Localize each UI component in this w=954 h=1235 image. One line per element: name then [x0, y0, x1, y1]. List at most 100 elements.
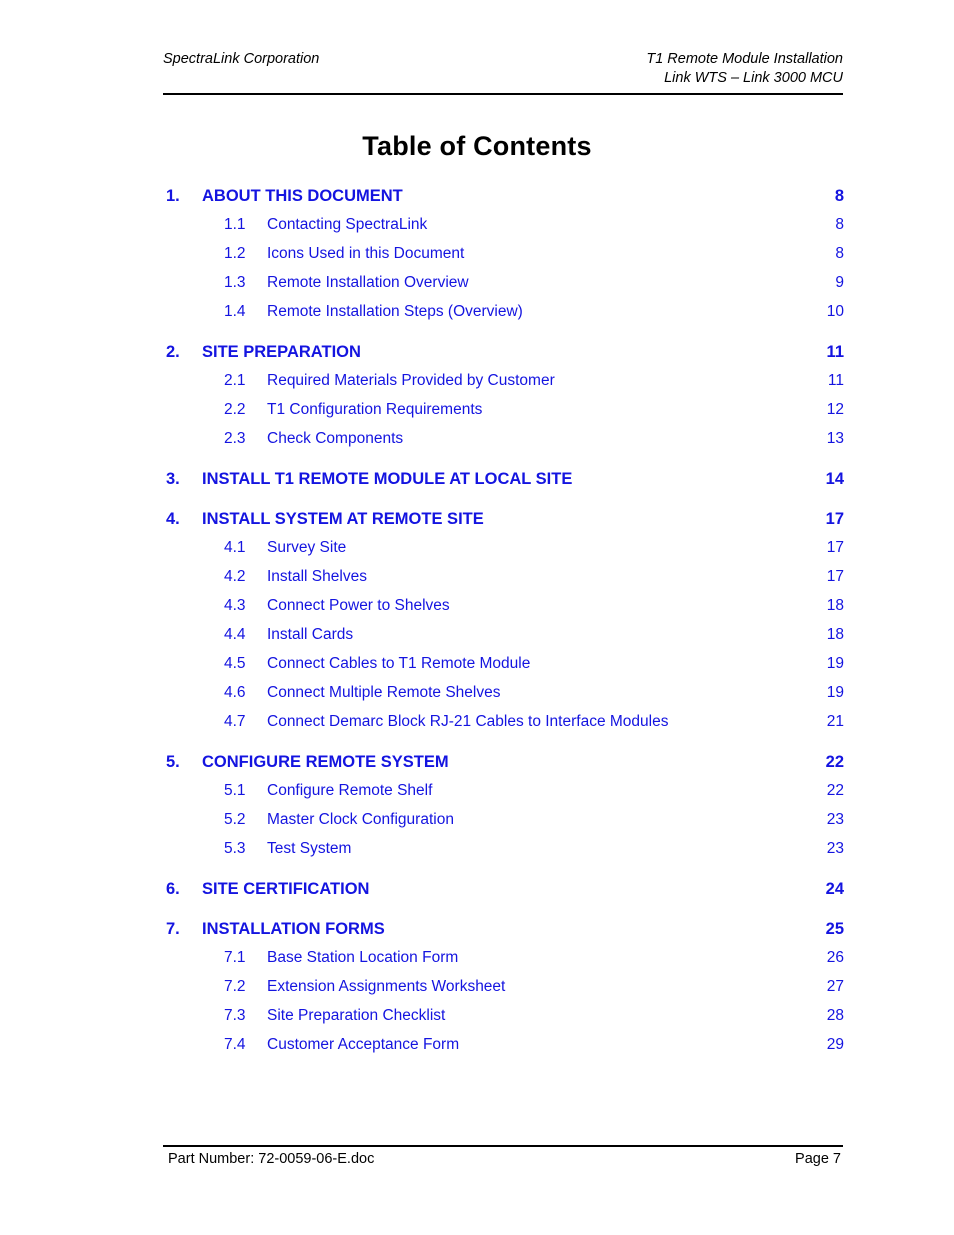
- toc-entry[interactable]: 1.2 Icons Used in this Document 8: [163, 245, 844, 274]
- toc-entry-number: 7.4: [224, 1036, 246, 1053]
- toc-entry-label: Survey Site: [267, 539, 347, 556]
- toc-entry-number: 4.7: [224, 713, 246, 730]
- toc-entry[interactable]: 4.5 Connect Cables to T1 Remote Module 19: [163, 655, 844, 684]
- toc-entry[interactable]: 4.2 Install Shelves 17: [163, 568, 844, 597]
- toc-entry-page-number: 26: [826, 949, 844, 966]
- toc-entry-page-number: 17: [825, 510, 844, 528]
- toc-entry-number: 5.: [166, 753, 180, 771]
- page-title: Table of Contents: [362, 131, 592, 161]
- toc-entry-label: INSTALL T1 REMOTE MODULE AT LOCAL SITE: [202, 470, 573, 488]
- footer-divider: [163, 1145, 843, 1147]
- toc-entry[interactable]: 7. INSTALLATION FORMS 25: [163, 920, 844, 949]
- toc-entry-number: 7.2: [224, 978, 246, 995]
- document-page: SpectraLink Corporation T1 Remote Module…: [0, 0, 954, 1235]
- toc-entry-page-number: 8: [835, 216, 844, 233]
- toc-entry[interactable]: 4.4 Install Cards 18: [163, 626, 844, 655]
- toc-entry-label: Required Materials Provided by Customer: [267, 372, 555, 389]
- toc-entry[interactable]: 2.1 Required Materials Provided by Custom…: [163, 372, 844, 401]
- table-of-contents: 1. ABOUT THIS DOCUMENT 8 1.1 Contacting Spec…: [163, 187, 844, 1065]
- toc-entry-label: INSTALL SYSTEM AT REMOTE SITE: [202, 510, 484, 528]
- toc-entry-number: 7.: [166, 920, 180, 938]
- toc-entry-label: SITE PREPARATION: [202, 343, 361, 361]
- toc-entry-page-number: 22: [825, 753, 844, 771]
- toc-entry-page-number: 13: [826, 430, 844, 447]
- toc-entry[interactable]: 2.2 T1 Configuration Requirements 12: [163, 401, 844, 430]
- toc-entry[interactable]: 1.4 Remote Installation Steps (Overview) 1…: [163, 303, 844, 332]
- toc-entry[interactable]: 7.2 Extension Assignments Worksheet 27: [163, 978, 844, 1007]
- toc-entry[interactable]: 1.1 Contacting SpectraLink 8: [163, 216, 844, 245]
- toc-entry-label: T1 Configuration Requirements: [267, 401, 483, 418]
- toc-entry-number: 2.2: [224, 401, 246, 418]
- toc-entry-page-number: 27: [826, 978, 844, 995]
- toc-entry[interactable]: 7.1 Base Station Location Form 26: [163, 949, 844, 978]
- toc-entry-page-number: 22: [826, 782, 844, 799]
- toc-entry-label: Connect Multiple Remote Shelves: [267, 684, 501, 701]
- toc-entry-number: 2.: [166, 343, 180, 361]
- toc-entry-page-number: 21: [826, 713, 844, 730]
- toc-entry-page-number: 18: [826, 626, 844, 643]
- toc-entry-label: Customer Acceptance Form: [267, 1036, 460, 1053]
- toc-entry-number: 1.3: [224, 274, 246, 291]
- toc-entry-label: Remote Installation Overview: [267, 274, 469, 291]
- toc-entry-number: 1.4: [224, 303, 246, 320]
- toc-entry[interactable]: 5. CONFIGURE REMOTE SYSTEM 22: [163, 753, 844, 782]
- toc-entry-page-number: 28: [826, 1007, 844, 1024]
- toc-entry[interactable]: 4.1 Survey Site 17: [163, 539, 844, 568]
- toc-entry[interactable]: 5.3 Test System 23: [163, 840, 844, 869]
- toc-entry-label: Test System: [267, 840, 352, 857]
- toc-entry-label: Connect Demarc Block RJ-21 Cables to Int…: [267, 713, 669, 730]
- toc-entry-number: 4.4: [224, 626, 246, 643]
- toc-entry[interactable]: 6. SITE CERTIFICATION 24: [163, 880, 844, 909]
- toc-entry-number: 4.: [166, 510, 180, 528]
- toc-entry-number: 4.2: [224, 568, 246, 585]
- toc-entry-page-number: 8: [834, 187, 844, 205]
- toc-entry-label: Install Shelves: [267, 568, 367, 585]
- toc-entry-page-number: 18: [826, 597, 844, 614]
- toc-entry-number: 1.: [166, 187, 180, 205]
- toc-entry-number: 4.1: [224, 539, 246, 556]
- toc-entry-number: 7.3: [224, 1007, 246, 1024]
- toc-entry[interactable]: 4.6 Connect Multiple Remote Shelves 19: [163, 684, 844, 713]
- toc-entry-page-number: 10: [826, 303, 844, 320]
- toc-entry-number: 1.2: [224, 245, 246, 262]
- header-document-title: T1 Remote Module Installation Link WTS –…: [646, 50, 843, 88]
- toc-entry[interactable]: 5.1 Configure Remote Shelf 22: [163, 782, 844, 811]
- toc-entry[interactable]: 4.3 Connect Power to Shelves 18: [163, 597, 844, 626]
- toc-entry[interactable]: 2.3 Check Components 13: [163, 430, 844, 459]
- toc-entry-number: 2.3: [224, 430, 246, 447]
- toc-entry-label: Master Clock Configuration: [267, 811, 454, 828]
- toc-entry-label: Check Components: [267, 430, 404, 447]
- toc-entry-page-number: 11: [827, 372, 844, 389]
- toc-entry[interactable]: 4.7 Connect Demarc Block RJ-21 Cables to …: [163, 713, 844, 742]
- header-title-line1: T1 Remote Module Installation: [646, 51, 843, 67]
- toc-entry-number: 1.1: [224, 216, 246, 233]
- header-company-name: SpectraLink Corporation: [163, 51, 320, 67]
- toc-entry-label: Connect Power to Shelves: [267, 597, 450, 614]
- toc-entry-number: 5.1: [224, 782, 246, 799]
- toc-entry[interactable]: 4. INSTALL SYSTEM AT REMOTE SITE 17: [163, 510, 844, 539]
- toc-entry-page-number: 9: [835, 274, 844, 291]
- toc-entry-number: 6.: [166, 880, 180, 898]
- toc-entry-page-number: 19: [826, 655, 844, 672]
- toc-entry-page-number: 29: [826, 1036, 844, 1053]
- toc-entry-label: Base Station Location Form: [267, 949, 459, 966]
- toc-entry-label: Icons Used in this Document: [267, 245, 465, 262]
- toc-entry[interactable]: 2. SITE PREPARATION 11: [163, 343, 844, 372]
- toc-entry[interactable]: 7.4 Customer Acceptance Form 29: [163, 1036, 844, 1065]
- toc-entry[interactable]: 3. INSTALL T1 REMOTE MODULE AT LOCAL SITE…: [163, 470, 844, 499]
- toc-entry-page-number: 12: [826, 401, 844, 418]
- footer-page-number: Page 7: [795, 1151, 841, 1167]
- toc-entry-label: INSTALLATION FORMS: [202, 920, 385, 938]
- toc-entry-label: Extension Assignments Worksheet: [267, 978, 506, 995]
- footer-part-number: Part Number: 72-0059-06-E.doc: [168, 1151, 375, 1167]
- toc-entry-page-number: 11: [826, 343, 844, 361]
- toc-entry-page-number: 17: [826, 539, 844, 556]
- toc-entry-number: 3.: [166, 470, 180, 488]
- toc-entry[interactable]: 7.3 Site Preparation Checklist 28: [163, 1007, 844, 1036]
- toc-entry[interactable]: 1. ABOUT THIS DOCUMENT 8: [163, 187, 844, 216]
- toc-entry[interactable]: 5.2 Master Clock Configuration 23: [163, 811, 844, 840]
- toc-entry-number: 4.6: [224, 684, 246, 701]
- toc-entry-page-number: 23: [826, 811, 844, 828]
- toc-entry-label: Contacting SpectraLink: [267, 216, 428, 233]
- toc-entry[interactable]: 1.3 Remote Installation Overview 9: [163, 274, 844, 303]
